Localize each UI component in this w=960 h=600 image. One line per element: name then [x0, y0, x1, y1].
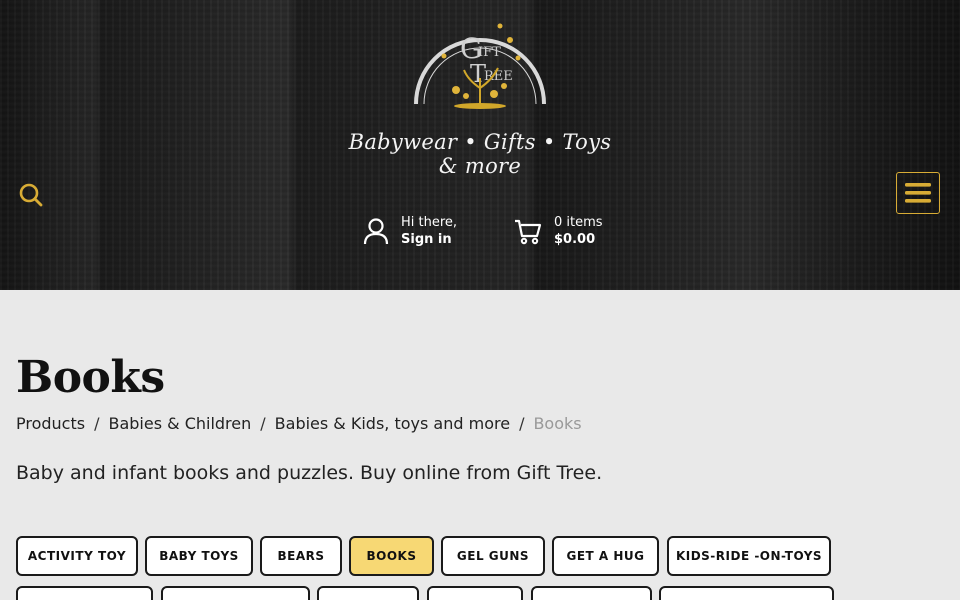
tag-get-a-hug[interactable]: GET A HUG [552, 536, 659, 576]
tag-bears[interactable]: BEARS [260, 536, 342, 576]
breadcrumb-separator: / [519, 414, 525, 433]
page-title: Books [16, 352, 165, 403]
tag-partial[interactable] [531, 586, 652, 600]
gift-tree-logo[interactable]: G IFT T REE [410, 0, 550, 112]
site-tagline: Babywear • Gifts • Toys & more [348, 130, 612, 178]
search-icon [19, 183, 43, 207]
breadcrumb-separator: / [94, 414, 100, 433]
tag-partial[interactable] [161, 586, 310, 600]
cart-link[interactable]: 0 items $0.00 [514, 214, 603, 248]
tag-gel-guns[interactable]: GEL GUNS [441, 536, 545, 576]
sign-in-link[interactable]: Sign in [401, 231, 457, 248]
cart-total: $0.00 [554, 232, 596, 247]
cart-item-count: 0 items [554, 215, 603, 230]
svg-text:IFT: IFT [478, 45, 501, 60]
tag-partial[interactable] [317, 586, 419, 600]
cart-icon [515, 219, 542, 245]
site-header: G IFT T REE Babywear • Gifts • Toys & mo… [0, 0, 960, 290]
tag-partial[interactable] [659, 586, 834, 600]
search-button[interactable] [18, 182, 44, 208]
tag-activity-toy[interactable]: ACTIVITY TOY [16, 536, 138, 576]
tag-partial[interactable] [427, 586, 523, 600]
breadcrumb: Products / Babies & Children / Babies & … [16, 414, 582, 433]
category-description: Baby and infant books and puzzles. Buy o… [16, 462, 603, 484]
breadcrumb-babies-kids[interactable]: Babies & Kids, toys and more [275, 414, 510, 433]
tag-partial[interactable] [16, 586, 153, 600]
breadcrumb-babies-children[interactable]: Babies & Children [108, 414, 251, 433]
account-link[interactable]: Hi there, Sign in [363, 214, 457, 248]
breadcrumb-current: Books [533, 414, 582, 433]
account-greeting: Hi there, [401, 215, 458, 230]
breadcrumb-separator: / [260, 414, 266, 433]
user-icon [363, 218, 389, 245]
hamburger-icon [905, 183, 931, 203]
breadcrumb-products[interactable]: Products [16, 414, 85, 433]
menu-button[interactable] [896, 172, 940, 214]
tag-kids-ride-on-toys[interactable]: KIDS-RIDE -ON-TOYS [667, 536, 831, 576]
tag-baby-toys[interactable]: BABY TOYS [145, 536, 253, 576]
tag-books[interactable]: BOOKS [349, 536, 434, 576]
